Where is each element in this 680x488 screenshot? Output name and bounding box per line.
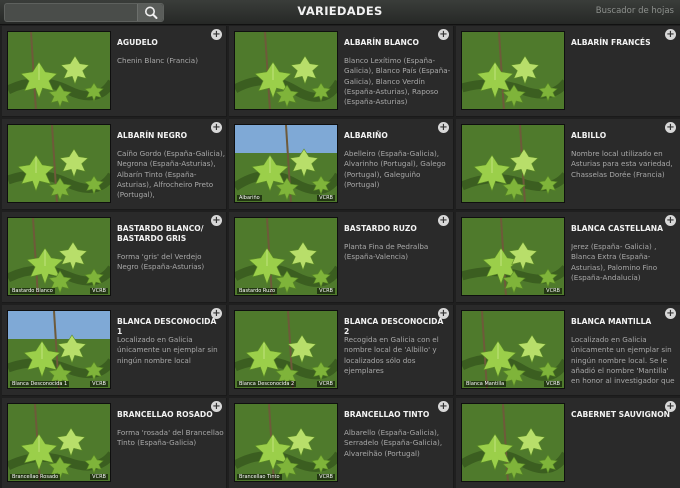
variety-synonyms: Blanco Lexítimo (España-Galicia), Blanco… <box>344 56 451 107</box>
variety-photo[interactable] <box>7 124 111 203</box>
photo-caption: Bastardo Ruzo <box>237 288 278 294</box>
photo-caption: Bastardo Blanco <box>10 288 55 294</box>
photo-caption: Blanca Desconocida 1 <box>10 381 70 387</box>
variety-synonyms <box>571 56 679 108</box>
variety-synonyms: Localizado en Galicia únicamente un ejem… <box>571 335 675 386</box>
leaf-search-link[interactable]: Buscador de hojas <box>596 6 674 16</box>
variety-card[interactable]: Bastardo Blanco VCRB BASTARDO BLANCO/ BAST… <box>2 212 227 303</box>
variety-name: ALBARIÑO <box>344 131 388 140</box>
variety-photo[interactable]: VCRB <box>461 217 565 296</box>
variety-card[interactable]: Bastardo Ruzo VCRB BASTARDO RUZO Planta Fin… <box>229 212 454 303</box>
photo-watermark: VCRB <box>90 381 108 387</box>
variety-photo[interactable]: Albariño VCRB <box>234 124 338 203</box>
search-icon <box>145 6 158 19</box>
variety-name: ALBILLO <box>571 131 607 140</box>
variety-card[interactable]: Blanca Desconocida 1 VCRB BLANCA DESCONOCI… <box>2 305 227 396</box>
add-variety-button[interactable]: + <box>438 29 449 40</box>
variety-photo[interactable]: Brancellao Rosado VCRB <box>7 403 111 482</box>
top-bar: VARIEDADES Buscador de hojas <box>0 0 680 25</box>
variety-synonyms: Chenin Blanc (Francia) <box>117 56 198 65</box>
variety-photo[interactable] <box>461 403 565 482</box>
variety-name: ALBARÍN FRANCÉS <box>571 38 651 47</box>
variety-synonyms: Planta Fina de Pedralba (España-Valencia… <box>344 242 429 262</box>
search-box[interactable] <box>4 3 164 22</box>
variety-name: BASTARDO RUZO <box>344 224 417 233</box>
variety-synonyms: Albarello (España-Galicia), Serradelo (E… <box>344 428 443 458</box>
photo-caption: Blanca Desconocida 2 <box>237 381 297 387</box>
add-variety-button[interactable]: + <box>438 215 449 226</box>
variety-photo[interactable]: Brancellao Tinto VCRB <box>234 403 338 482</box>
add-variety-button[interactable]: + <box>211 308 222 319</box>
photo-caption: Albariño <box>237 195 262 201</box>
photo-caption: Brancellao Rosado <box>10 474 61 480</box>
photo-caption: Brancellao Tinto <box>237 474 282 480</box>
variety-card[interactable]: ALBILLO Nombre local utilizado en Asturia… <box>456 119 680 210</box>
variety-synonyms: Abelleiro (España-Galicia), Alvarinho (P… <box>344 149 446 189</box>
variety-grid: AGUDELO Chenin Blanc (Francia) + ALBARÍN BL… <box>0 26 680 488</box>
add-variety-button[interactable]: + <box>665 29 676 40</box>
variety-photo[interactable]: Blanca Mantilla VCRB <box>461 310 565 389</box>
add-variety-button[interactable]: + <box>211 29 222 40</box>
variety-name: CABERNET SAUVIGNON <box>571 410 671 419</box>
variety-photo[interactable] <box>7 31 111 110</box>
search-button[interactable] <box>137 4 163 21</box>
variety-photo[interactable]: Blanca Desconocida 2 VCRB <box>234 310 338 389</box>
add-variety-button[interactable]: + <box>438 122 449 133</box>
variety-card[interactable]: ALBARÍN NEGRO Caíño Gordo (España-Galicia… <box>2 119 227 210</box>
photo-watermark: VCRB <box>317 195 335 201</box>
variety-name: BLANCA DESCONOCIDA 1 <box>117 317 217 336</box>
variety-synonyms: Recogida en Galicia con el nombre local … <box>344 335 439 375</box>
variety-card[interactable]: VCRB BLANCA CASTELLANA Jerez (España- Gali… <box>456 212 680 303</box>
photo-watermark: VCRB <box>544 288 562 294</box>
variety-synonyms: Jerez (España- Galicia) , Blanca Extra (… <box>571 242 658 282</box>
variety-synonyms: Localizado en Galicia únicamente un ejem… <box>117 335 218 365</box>
variety-name: BASTARDO BLANCO/ BASTARDO GRIS <box>117 224 204 243</box>
photo-watermark: VCRB <box>544 381 562 387</box>
add-variety-button[interactable]: + <box>211 215 222 226</box>
variety-name: BLANCA MANTILLA <box>571 317 652 326</box>
variety-name: ALBARÍN NEGRO <box>117 131 188 140</box>
variety-photo[interactable]: Blanca Desconocida 1 VCRB <box>7 310 111 389</box>
variety-name: BLANCA DESCONOCIDA 2 <box>344 317 444 336</box>
photo-watermark: VCRB <box>317 288 335 294</box>
add-variety-button[interactable]: + <box>665 122 676 133</box>
add-variety-button[interactable]: + <box>665 401 676 412</box>
photo-watermark: VCRB <box>90 474 108 480</box>
variety-name: ALBARÍN BLANCO <box>344 38 419 47</box>
variety-synonyms <box>571 428 679 480</box>
variety-card[interactable]: AGUDELO Chenin Blanc (Francia) + <box>2 26 227 117</box>
variety-name: BRANCELLAO TINTO <box>344 410 430 419</box>
variety-card[interactable]: Blanca Desconocida 2 VCRB BLANCA DESCONOCI… <box>229 305 454 396</box>
variety-card[interactable]: Albariño VCRB ALBARIÑO Abelleiro (España-Ga… <box>229 119 454 210</box>
variety-photo[interactable]: Bastardo Ruzo VCRB <box>234 217 338 296</box>
variety-card[interactable]: CABERNET SAUVIGNON + <box>456 398 680 488</box>
variety-synonyms: Forma 'gris' del Verdejo Negro (España-A… <box>117 252 205 272</box>
add-variety-button[interactable]: + <box>665 308 676 319</box>
variety-card[interactable]: ALBARÍN FRANCÉS + <box>456 26 680 117</box>
photo-watermark: VCRB <box>317 474 335 480</box>
photo-caption: Blanca Mantilla <box>464 381 507 387</box>
photo-watermark: VCRB <box>90 288 108 294</box>
add-variety-button[interactable]: + <box>211 122 222 133</box>
variety-synonyms: Caíño Gordo (España-Galicia), Negrona (E… <box>117 149 225 200</box>
variety-name: BLANCA CASTELLANA <box>571 224 664 233</box>
variety-synonyms: Nombre local utilizado en Asturias para … <box>571 149 673 179</box>
variety-photo[interactable]: Bastardo Blanco VCRB <box>7 217 111 296</box>
variety-card[interactable]: Brancellao Rosado VCRB BRANCELLAO ROSADO Fo… <box>2 398 227 488</box>
add-variety-button[interactable]: + <box>211 401 222 412</box>
photo-watermark: VCRB <box>317 381 335 387</box>
variety-card[interactable]: Brancellao Tinto VCRB BRANCELLAO TINTO Alba… <box>229 398 454 488</box>
variety-photo[interactable] <box>234 31 338 110</box>
add-variety-button[interactable]: + <box>665 215 676 226</box>
variety-photo[interactable] <box>461 124 565 203</box>
variety-synonyms: Forma 'rosada' del Brancellao Tinto (Esp… <box>117 428 224 448</box>
variety-card[interactable]: Blanca Mantilla VCRB BLANCA MANTILLA Locali… <box>456 305 680 396</box>
add-variety-button[interactable]: + <box>438 401 449 412</box>
variety-name: BRANCELLAO ROSADO <box>117 410 213 419</box>
add-variety-button[interactable]: + <box>438 308 449 319</box>
search-input[interactable] <box>7 5 137 20</box>
variety-card[interactable]: ALBARÍN BLANCO Blanco Lexítimo (España-Ga… <box>229 26 454 117</box>
variety-photo[interactable] <box>461 31 565 110</box>
variety-name: AGUDELO <box>117 38 158 47</box>
